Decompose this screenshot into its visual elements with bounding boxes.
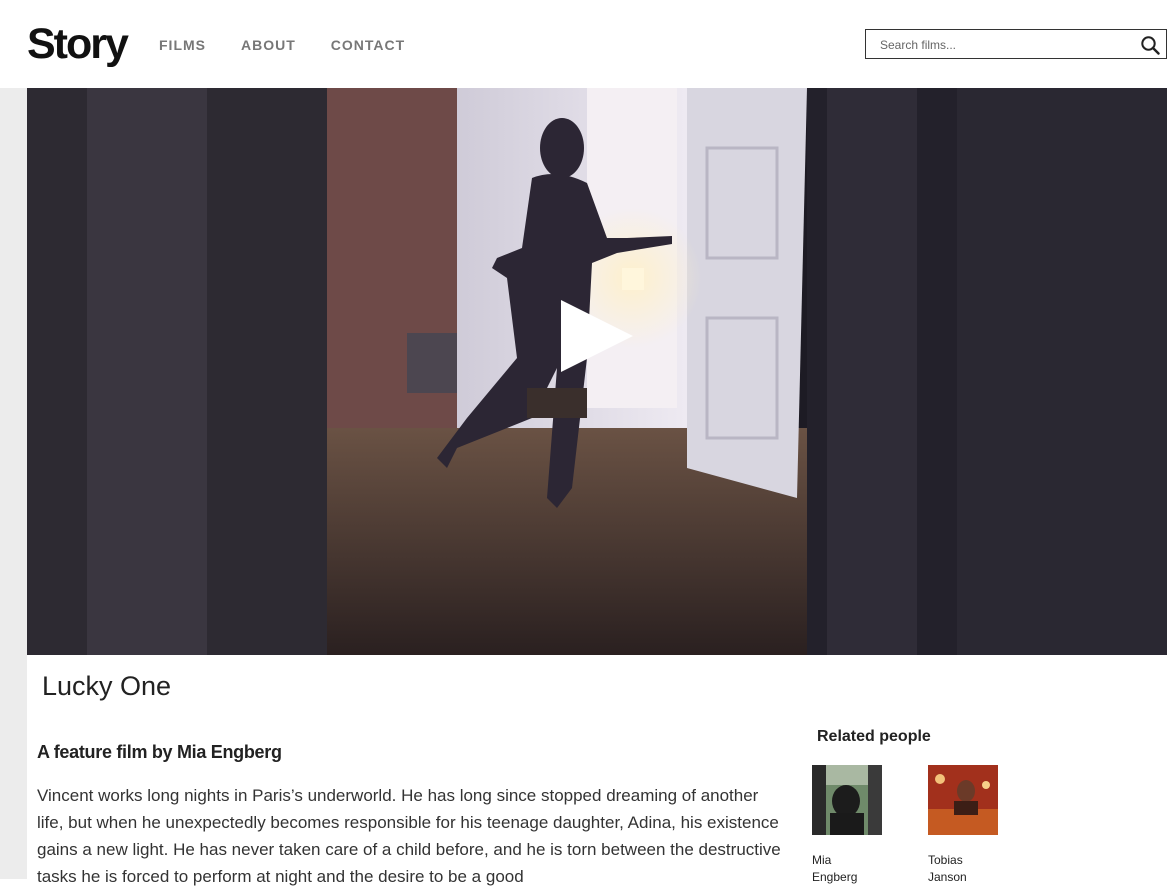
person-thumbnail[interactable] [812,765,882,835]
person-thumbnail[interactable] [928,765,998,835]
person-name[interactable]: Mia Engberg [812,852,872,886]
search-icon[interactable] [1140,35,1160,55]
person-name[interactable]: Tobias Janson [928,852,988,886]
film-details: Lucky One A feature film by Mia Engberg … [27,655,1167,886]
nav-films[interactable]: FILMS [159,37,206,53]
left-margin [0,88,27,879]
related-person[interactable]: Mia Engberg [812,765,912,886]
video-player[interactable] [27,88,1167,655]
nav-about[interactable]: ABOUT [241,37,296,53]
play-icon[interactable] [559,298,635,374]
related-people-heading: Related people [817,728,931,745]
search-input[interactable] [880,36,1130,54]
film-title: Lucky One [42,671,172,701]
related-person[interactable]: Tobias Janson [928,765,1028,886]
nav-contact[interactable]: CONTACT [331,37,405,53]
search-box [865,29,1167,59]
film-subtitle: A feature film by Mia Engberg [37,742,282,762]
site-logo[interactable]: Story [27,18,129,70]
site-header: Story FILMS ABOUT CONTACT [0,0,1168,88]
film-description: Vincent works long nights in Paris’s und… [37,786,781,886]
main-nav: FILMS ABOUT CONTACT [159,37,440,53]
